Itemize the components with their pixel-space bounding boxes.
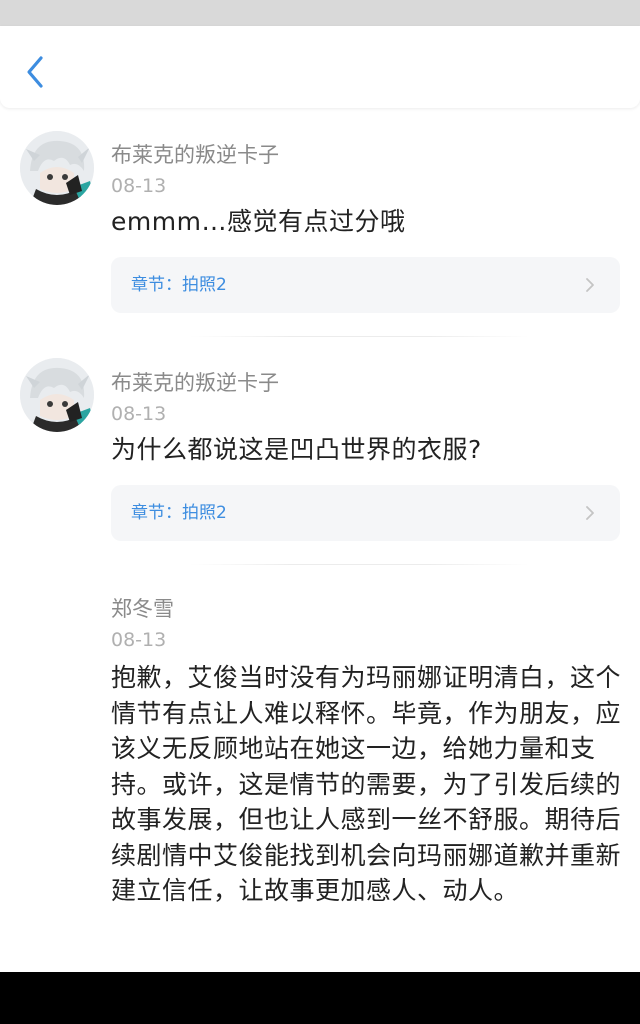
screen: 布莱克的叛逆卡子 08-13 emmm…感觉有点过分哦 章节：拍照2 布莱克的叛…	[0, 0, 640, 1024]
avatar-image	[20, 131, 94, 205]
comment-date: 08-13	[111, 403, 167, 425]
navigation-bar	[0, 972, 640, 1024]
chevron-right-icon	[586, 278, 594, 292]
chapter-label: 章节：拍照2	[131, 503, 227, 523]
comment-list: 布莱克的叛逆卡子 08-13 emmm…感觉有点过分哦 章节：拍照2 布莱克的叛…	[0, 108, 640, 972]
chevron-left-icon	[27, 56, 43, 88]
comment-item: 郑冬雪 08-13 抱歉，艾俊当时没有为玛丽娜证明清白，这个情节有点让人难以释怀…	[0, 564, 640, 972]
avatar[interactable]	[20, 358, 94, 432]
comment-author[interactable]: 郑冬雪	[111, 596, 174, 622]
comment-author[interactable]: 布莱克的叛逆卡子	[111, 370, 279, 396]
chapter-link-card[interactable]: 章节：拍照2	[111, 257, 620, 313]
back-button[interactable]	[18, 52, 52, 92]
comment-text: emmm…感觉有点过分哦	[111, 207, 406, 236]
comment-author[interactable]: 布莱克的叛逆卡子	[111, 142, 279, 168]
status-bar	[0, 0, 640, 26]
comment-date: 08-13	[111, 175, 167, 197]
comment-text: 抱歉，艾俊当时没有为玛丽娜证明清白，这个情节有点让人难以释怀。毕竟，作为朋友，应…	[111, 663, 622, 905]
chapter-link-card[interactable]: 章节：拍照2	[111, 485, 620, 541]
chevron-right-icon	[586, 506, 594, 520]
chapter-label: 章节：拍照2	[131, 275, 227, 295]
comment-date: 08-13	[111, 629, 167, 651]
comment-item: 布莱克的叛逆卡子 08-13 为什么都说这是凹凸世界的衣服? 章节：拍照2	[0, 336, 640, 564]
comment-text: 为什么都说这是凹凸世界的衣服?	[111, 435, 482, 464]
comment-item: 布莱克的叛逆卡子 08-13 emmm…感觉有点过分哦 章节：拍照2	[0, 108, 640, 338]
avatar[interactable]	[20, 131, 94, 205]
avatar-image	[20, 358, 94, 432]
app-header	[0, 26, 640, 108]
